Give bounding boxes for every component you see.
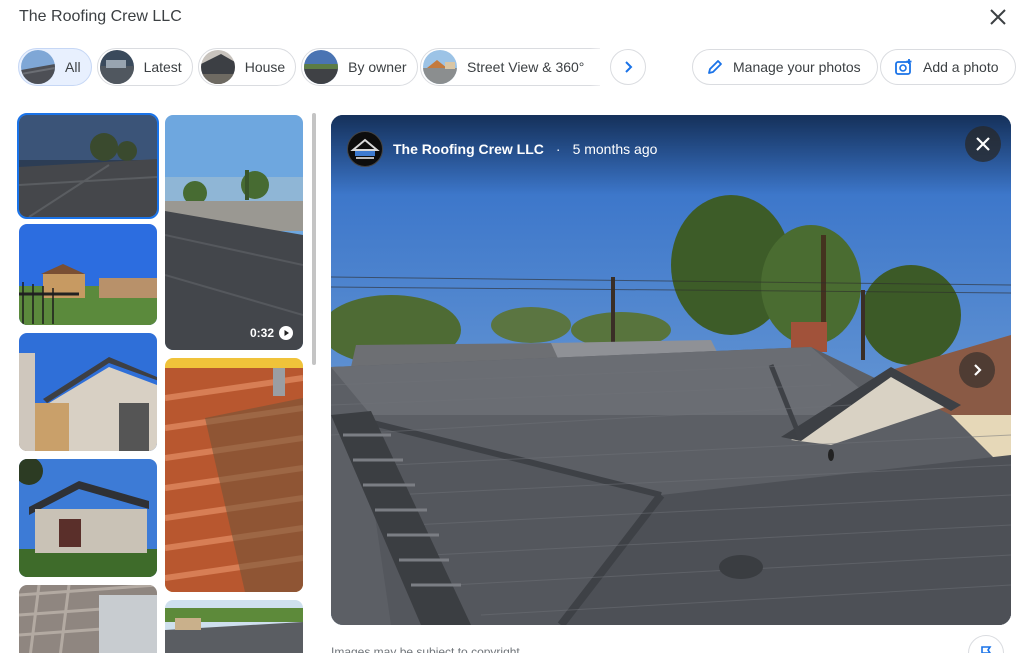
- chip-street-view[interactable]: Street View & 360°: [420, 48, 600, 86]
- owner-separator: ·: [555, 141, 561, 157]
- photo-thumbnail[interactable]: [19, 224, 157, 325]
- chip-street-view-thumbnail: [423, 50, 457, 84]
- chip-overflow-clip: Street View & 360°: [420, 48, 600, 86]
- chip-latest[interactable]: Latest: [96, 48, 193, 86]
- pencil-icon: [707, 59, 723, 75]
- chip-label: Street View & 360°: [467, 59, 585, 75]
- chips-next-button[interactable]: [610, 49, 646, 85]
- video-duration: 0:32: [249, 326, 274, 340]
- photo-viewer: The Roofing Crew LLC · 5 months ago: [331, 115, 1011, 625]
- chip-fade: [590, 48, 608, 86]
- chip-by-owner-thumbnail: [304, 50, 339, 84]
- chip-label: All: [65, 59, 81, 75]
- chip-latest-thumbnail: [99, 50, 134, 84]
- add-photo-icon: [895, 58, 913, 76]
- chip-label: Latest: [143, 59, 182, 75]
- close-icon: [990, 9, 1006, 25]
- chip-by-owner[interactable]: By owner: [301, 48, 418, 86]
- gallery-scrollbar[interactable]: [312, 113, 316, 365]
- report-photo-button[interactable]: [968, 635, 1004, 653]
- photo-thumbnail[interactable]: [19, 585, 157, 653]
- chip-house-thumbnail: [200, 50, 235, 84]
- manage-photos-label: Manage your photos: [733, 59, 861, 75]
- viewer-close-button[interactable]: [965, 126, 1001, 162]
- flag-icon: [981, 646, 992, 653]
- photo-gallery-dialog: The Roofing Crew LLC All Latest House By…: [0, 0, 1027, 653]
- chip-label: By owner: [348, 59, 407, 75]
- copyright-notice: Images may be subject to copyright.: [331, 645, 524, 653]
- chip-all[interactable]: All: [18, 48, 92, 86]
- chevron-right-icon: [974, 364, 982, 376]
- close-dialog-button[interactable]: [986, 5, 1010, 29]
- photo-thumbnail[interactable]: [165, 358, 303, 592]
- owner-name[interactable]: The Roofing Crew LLC: [393, 141, 544, 157]
- chip-label: House: [244, 59, 286, 75]
- chip-all-thumbnail: [21, 50, 55, 84]
- viewer-next-button[interactable]: [959, 352, 995, 388]
- owner-attribution[interactable]: The Roofing Crew LLC · 5 months ago: [347, 131, 657, 167]
- chevron-right-icon: [625, 61, 633, 73]
- page-title: The Roofing Crew LLC: [19, 8, 182, 25]
- close-icon: [976, 137, 990, 151]
- photo-thumbnail[interactable]: [165, 600, 303, 653]
- play-icon: [279, 326, 293, 340]
- video-thumbnail[interactable]: 0:32: [165, 115, 303, 350]
- add-photo-label: Add a photo: [923, 59, 999, 75]
- posted-time: 5 months ago: [572, 141, 658, 157]
- photo-thumbnail[interactable]: [19, 333, 157, 451]
- chip-house[interactable]: House: [197, 48, 297, 86]
- video-badge: 0:32: [250, 326, 293, 340]
- owner-logo: [347, 131, 383, 167]
- filter-chips: All Latest House By owner: [18, 48, 418, 86]
- add-photo-button[interactable]: Add a photo: [880, 49, 1016, 85]
- photo-thumbnail[interactable]: [19, 459, 157, 577]
- photo-thumbnail[interactable]: [17, 113, 159, 219]
- manage-photos-button[interactable]: Manage your photos: [692, 49, 878, 85]
